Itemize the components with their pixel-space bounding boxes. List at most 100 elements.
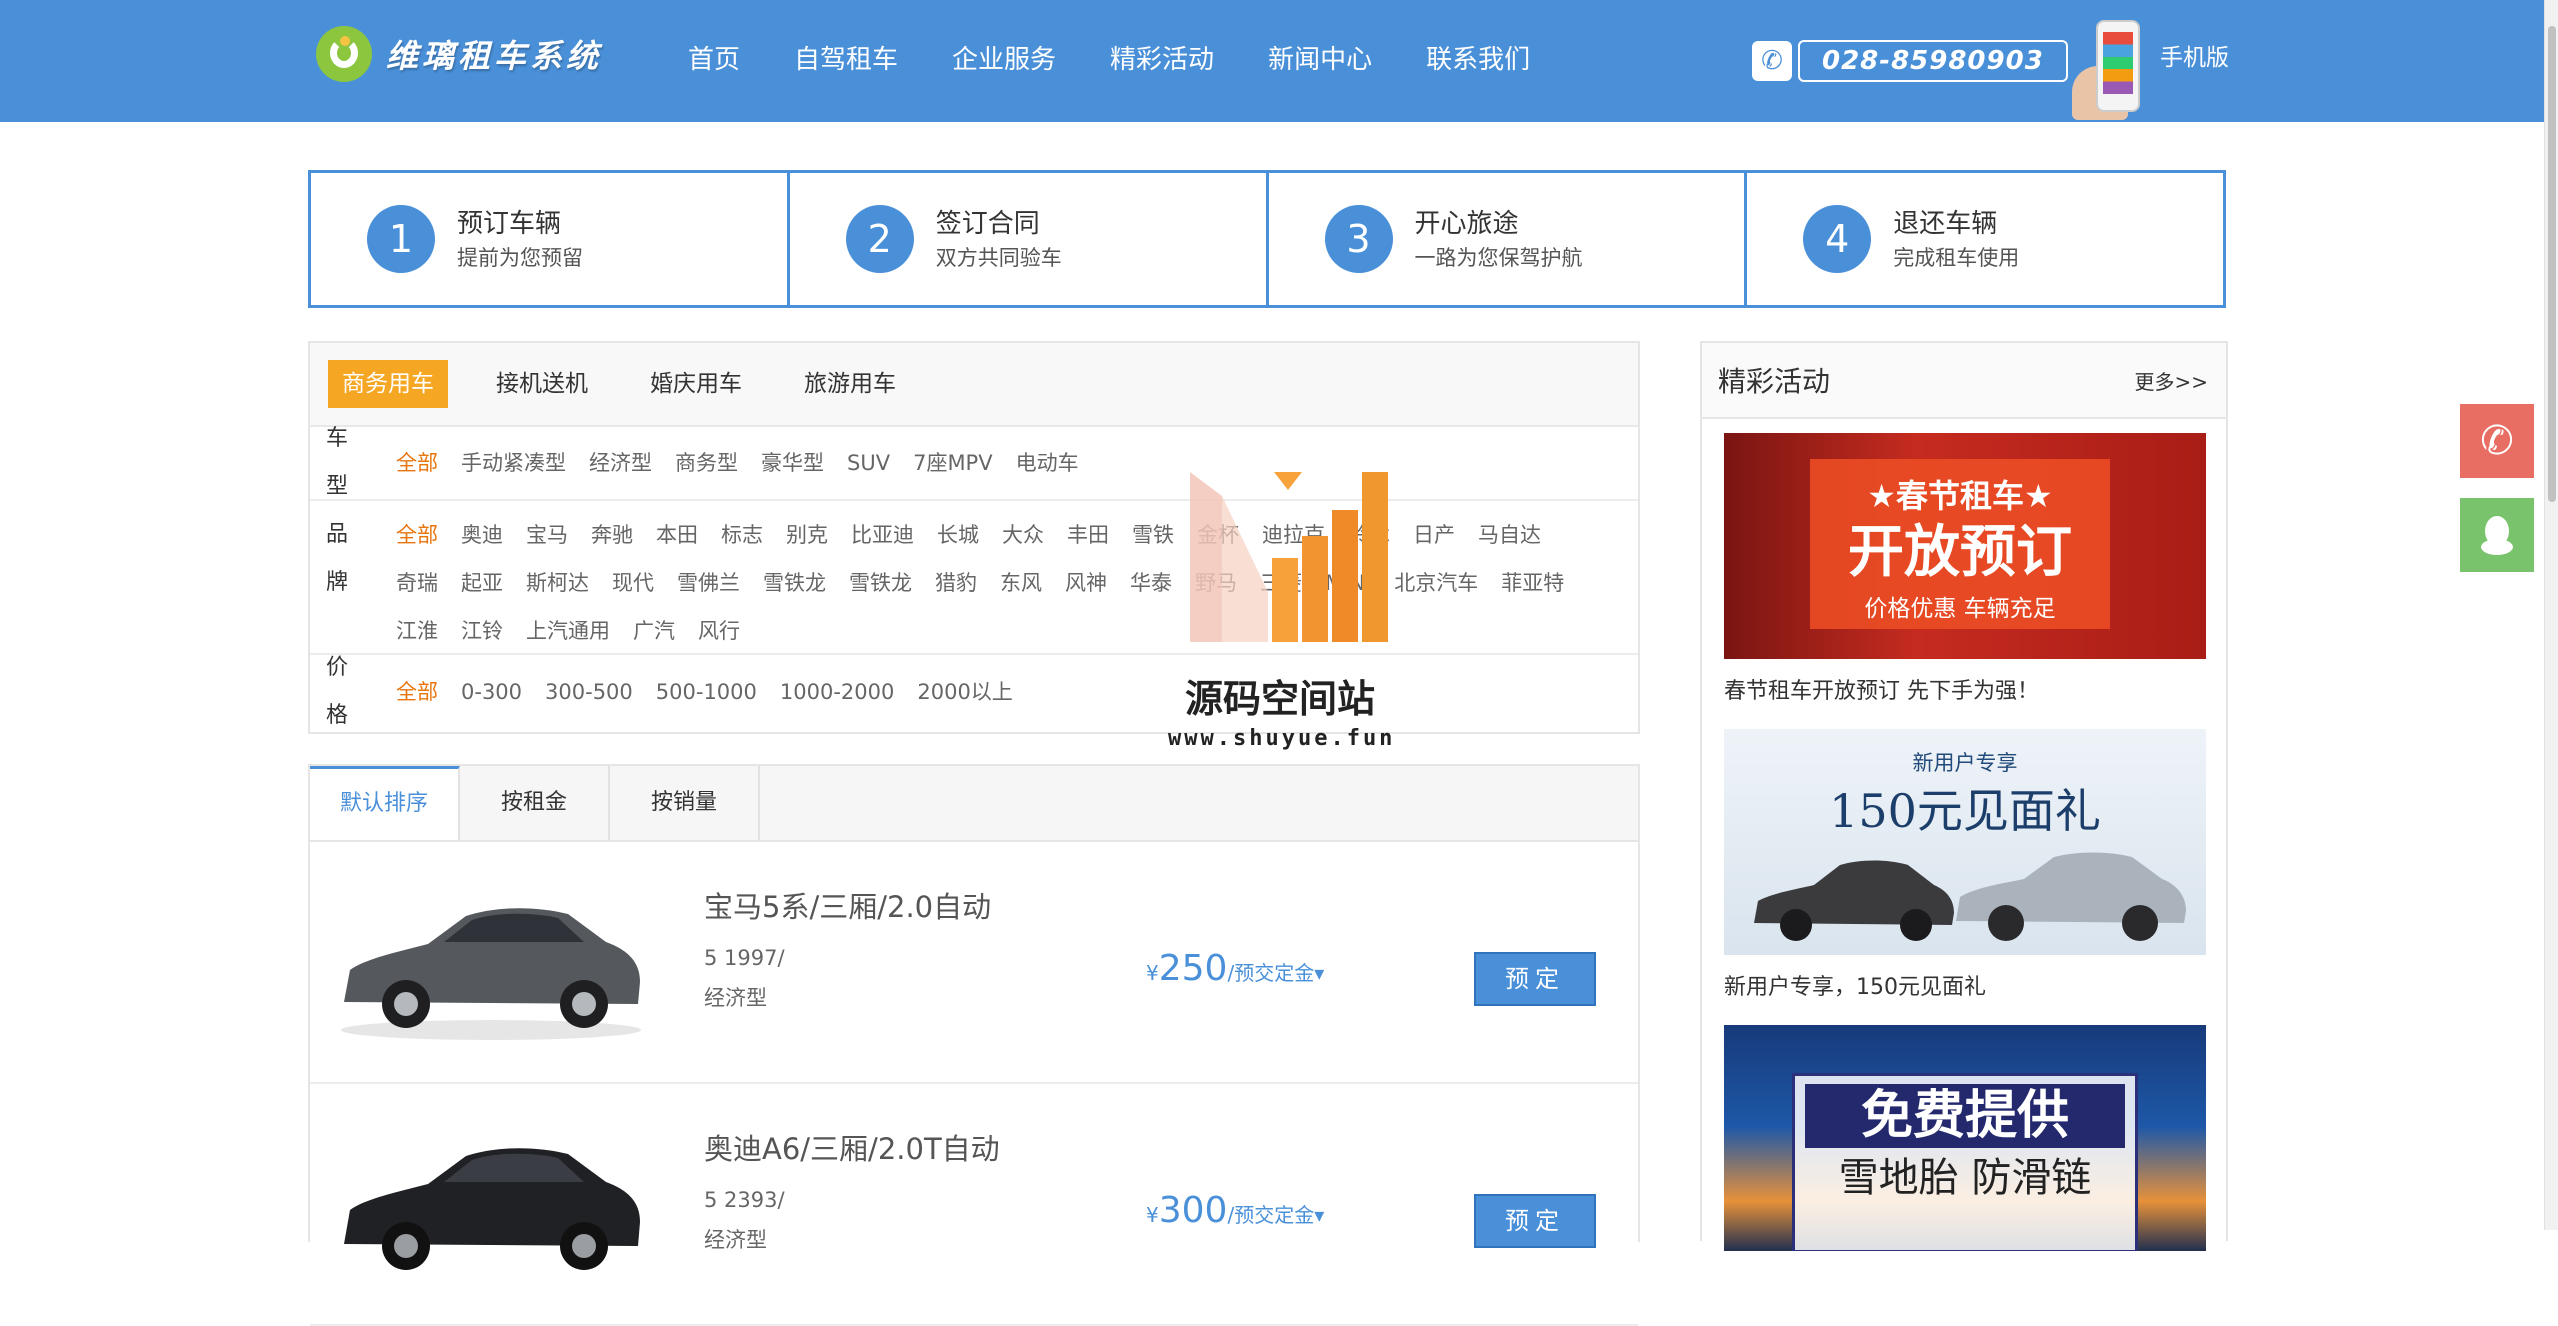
brand-option[interactable]: 风行	[698, 607, 740, 655]
brand-option[interactable]: 北京汽车	[1394, 559, 1478, 607]
car-price[interactable]: ¥250/预交定金▾	[1146, 948, 1324, 989]
promo-banner-snow-tires[interactable]: 免费提供 雪地胎 防滑链	[1724, 1025, 2206, 1251]
brand-option[interactable]: 猎豹	[935, 559, 977, 607]
site-logo[interactable]: 维璃租车系统	[316, 26, 602, 82]
sort-default[interactable]: 默认排序	[310, 766, 460, 840]
book-button[interactable]: 预定	[1474, 952, 1596, 1006]
banner-line: 免费提供	[1805, 1084, 2125, 1148]
brand-option[interactable]: 雪铁龙	[763, 559, 826, 607]
type-option[interactable]: 手动紧凑型	[461, 439, 566, 487]
nav-self-drive[interactable]: 自驾租车	[794, 30, 898, 90]
brand-option[interactable]: 上汽通用	[526, 607, 610, 655]
brand-option[interactable]: 全部	[396, 511, 438, 559]
tab-airport[interactable]: 接机送机	[482, 360, 602, 408]
brand-option[interactable]: 菲亚特	[1501, 559, 1564, 607]
brand-option[interactable]: 奇瑞	[396, 559, 438, 607]
filter-label: 车 型	[326, 426, 359, 499]
brand-option[interactable]: 大众	[1002, 511, 1044, 559]
sort-by-sales[interactable]: 按销量	[610, 766, 760, 840]
brand-option[interactable]: 华泰	[1130, 559, 1172, 607]
brand-option[interactable]: 江铃	[461, 607, 503, 655]
brand-option[interactable]: 雪佛兰	[677, 559, 740, 607]
type-option[interactable]: 全部	[396, 439, 438, 487]
nav-news[interactable]: 新闻中心	[1268, 30, 1372, 90]
brand-option[interactable]: 斯柯达	[526, 559, 589, 607]
top-header: 维璃租车系统 首页 自驾租车 企业服务 精彩活动 新闻中心 联系我们 ✆ 028…	[0, 0, 2548, 122]
brand-option[interactable]: 江淮	[396, 607, 438, 655]
nav-activities[interactable]: 精彩活动	[1110, 30, 1214, 90]
car-price[interactable]: ¥300/预交定金▾	[1146, 1190, 1324, 1231]
brand-option[interactable]: 丰田	[1067, 511, 1109, 559]
promo-item[interactable]: ★春节租车★ 开放预订 价格优惠 车辆充足 春节租车开放预订 先下手为强！	[1724, 433, 2206, 705]
car-name[interactable]: 宝马5系/三厢/2.0自动	[704, 884, 991, 926]
tab-wedding[interactable]: 婚庆用车	[636, 360, 756, 408]
brand-option[interactable]: 现代	[612, 559, 654, 607]
brand-option[interactable]: 比亚迪	[851, 511, 914, 559]
sort-by-price[interactable]: 按租金	[460, 766, 610, 840]
promo-item[interactable]: 新用户专享 150元见面礼 新用户专享，150元见面礼	[1724, 729, 2206, 1001]
brand-option[interactable]: 东风	[1000, 559, 1042, 607]
banner-line: 价格优惠 车辆充足	[1864, 596, 2056, 622]
brand-option[interactable]: 别克	[786, 511, 828, 559]
type-option[interactable]: 电动车	[1016, 439, 1079, 487]
float-qq-button[interactable]	[2460, 498, 2534, 572]
price-option[interactable]: 全部	[396, 668, 438, 716]
price-option[interactable]: 0-300	[461, 668, 522, 716]
book-button[interactable]: 预定	[1474, 1194, 1596, 1248]
scrollbar-thumb[interactable]	[2548, 26, 2556, 502]
brand-option[interactable]: 起亚	[461, 559, 503, 607]
brand-option[interactable]: 广汽	[633, 607, 675, 655]
nav-contact[interactable]: 联系我们	[1426, 30, 1530, 90]
brand-option[interactable]: 马自达	[1478, 511, 1541, 559]
brand-option[interactable]: 奔驰	[591, 511, 633, 559]
step-4: 4 退还车辆 完成租车使用	[1747, 173, 2223, 305]
car-seats-displacement: 5 2393/	[704, 1188, 785, 1212]
step-number: 4	[1803, 205, 1872, 273]
car-image[interactable]	[336, 1134, 646, 1284]
car-image[interactable]	[336, 892, 646, 1042]
mobile-phone-icon[interactable]	[2066, 18, 2150, 120]
brand-option[interactable]: 风神	[1065, 559, 1107, 607]
type-option[interactable]: SUV	[847, 439, 890, 487]
price-option[interactable]: 300-500	[545, 668, 633, 716]
step-subtitle: 一路为您保驾护航	[1414, 246, 1583, 270]
page-scrollbar[interactable]	[2544, 0, 2558, 1230]
watermark-logo-icon	[1190, 472, 1388, 642]
tab-business[interactable]: 商务用车	[328, 360, 448, 408]
brand-option[interactable]: 雪铁龙	[849, 559, 912, 607]
price-option[interactable]: 2000以上	[917, 668, 1012, 716]
float-phone-button[interactable]: ✆	[2460, 404, 2534, 478]
logo-text: 维璃租车系统	[386, 37, 603, 75]
brand-option[interactable]: 宝马	[526, 511, 568, 559]
watermark-url: www.shuyue.fun	[1168, 726, 1396, 751]
banner-line: ★春节租车★	[1867, 477, 2053, 515]
type-option[interactable]: 经济型	[589, 439, 652, 487]
nav-enterprise[interactable]: 企业服务	[952, 30, 1056, 90]
promo-item[interactable]: 免费提供 雪地胎 防滑链	[1724, 1025, 2206, 1251]
nav-home[interactable]: 首页	[688, 30, 740, 90]
promo-caption[interactable]: 春节租车开放预订 先下手为强！	[1724, 673, 2206, 705]
more-link[interactable]: 更多>>	[2134, 366, 2208, 395]
brand-option[interactable]: 奥迪	[461, 511, 503, 559]
brand-option[interactable]: 本田	[656, 511, 698, 559]
promo-banner-spring[interactable]: ★春节租车★ 开放预订 价格优惠 车辆充足	[1724, 433, 2206, 659]
car-spec: 5 1997/ 经济型	[704, 938, 785, 1018]
brand-option[interactable]: 日产	[1413, 511, 1455, 559]
step-number: 3	[1324, 205, 1393, 273]
banner-line: 雪地胎 防滑链	[1838, 1155, 2092, 1201]
brand-option[interactable]: 长城	[937, 511, 979, 559]
promo-caption[interactable]: 新用户专享，150元见面礼	[1724, 969, 2206, 1001]
price-unit: /预交定金▾	[1227, 1203, 1325, 1227]
price-option[interactable]: 500-1000	[656, 668, 757, 716]
watermark: 源码空间站 www.shuyue.fun	[1168, 472, 1392, 756]
tab-travel[interactable]: 旅游用车	[790, 360, 910, 408]
promo-banner-new-user[interactable]: 新用户专享 150元见面礼	[1724, 729, 2206, 955]
brand-option[interactable]: 标志	[721, 511, 763, 559]
type-option[interactable]: 豪华型	[761, 439, 824, 487]
mobile-version-link[interactable]: 手机版	[2160, 40, 2229, 76]
type-option[interactable]: 商务型	[675, 439, 738, 487]
filter-row-price: 价 格 全部 0-300 300-500 500-1000 1000-2000 2000以…	[310, 655, 1638, 729]
type-option[interactable]: 7座MPV	[913, 439, 993, 487]
price-option[interactable]: 1000-2000	[780, 668, 894, 716]
car-name[interactable]: 奥迪A6/三厢/2.0T自动	[704, 1126, 1000, 1168]
